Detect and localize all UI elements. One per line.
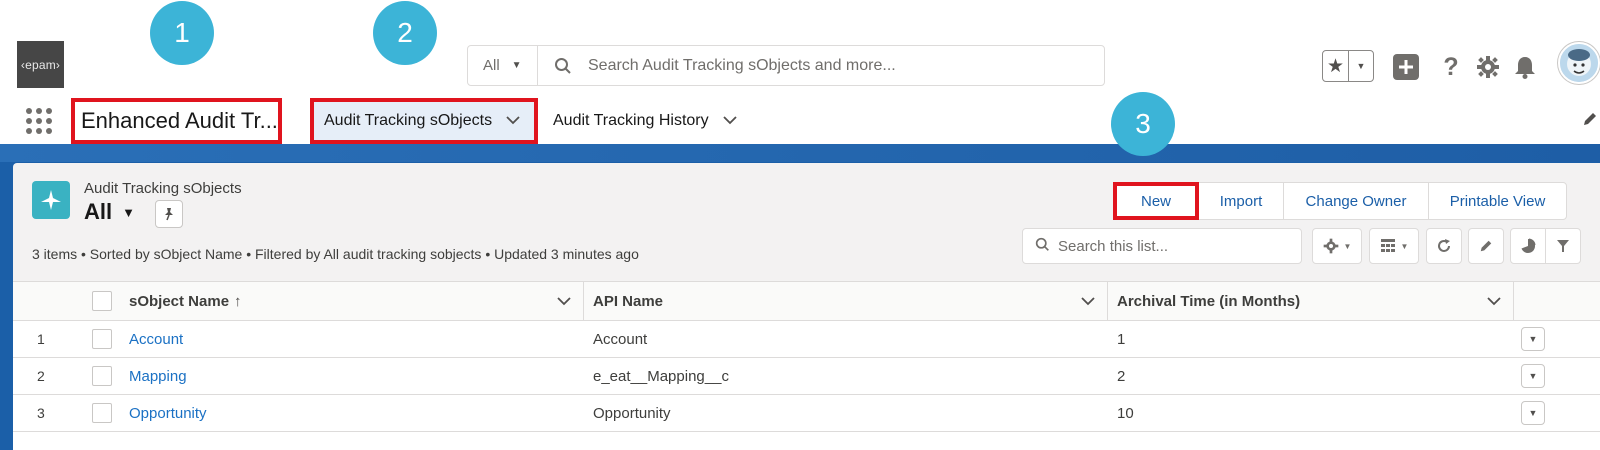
list-search-input[interactable]: Search this list... bbox=[1022, 228, 1302, 264]
search-scope-dropdown[interactable]: All ▼ bbox=[468, 46, 538, 85]
filter-icon[interactable] bbox=[1545, 228, 1581, 264]
object-label: Audit Tracking sObjects bbox=[84, 180, 242, 197]
row-actions-dropdown-icon[interactable]: ▼ bbox=[1521, 364, 1545, 388]
tab-audit-tracking-sobjects[interactable]: Audit Tracking sObjects bbox=[310, 98, 538, 144]
row-actions-dropdown-icon[interactable]: ▼ bbox=[1521, 327, 1545, 351]
archival-time-cell: 2 bbox=[1117, 367, 1126, 385]
user-avatar[interactable] bbox=[1558, 42, 1600, 84]
bell-icon[interactable] bbox=[1511, 50, 1539, 84]
caret-down-icon[interactable]: ▼ bbox=[122, 205, 135, 220]
api-name-cell: e_eat__Mapping__c bbox=[593, 367, 729, 385]
row-checkbox[interactable] bbox=[92, 329, 112, 349]
row-checkbox[interactable] bbox=[92, 403, 112, 423]
api-name-cell: Account bbox=[593, 330, 648, 348]
new-button[interactable]: New bbox=[1113, 182, 1199, 220]
column-header-archival-time[interactable]: Archival Time (in Months) bbox=[1117, 282, 1513, 320]
caret-down-icon: ▼ bbox=[511, 60, 522, 71]
help-icon[interactable]: ? bbox=[1438, 50, 1464, 84]
pin-icon[interactable] bbox=[155, 200, 183, 228]
select-all-checkbox[interactable] bbox=[92, 291, 112, 311]
row-number: 3 bbox=[37, 405, 45, 421]
change-owner-button[interactable]: Change Owner bbox=[1283, 182, 1429, 220]
list-search-placeholder: Search this list... bbox=[1058, 237, 1169, 255]
step-badge-2: 2 bbox=[373, 1, 437, 65]
archival-time-cell: 1 bbox=[1117, 330, 1126, 348]
list-settings-gear-icon[interactable]: ▼ bbox=[1312, 228, 1362, 264]
column-label: API Name bbox=[593, 292, 664, 310]
app-navigation-bar: Enhanced Audit Tr... Audit Tracking sObj… bbox=[0, 98, 1600, 146]
chevron-down-icon[interactable] bbox=[1487, 293, 1501, 310]
star-icon[interactable]: ★ bbox=[1323, 51, 1349, 81]
chevron-down-icon[interactable] bbox=[557, 293, 571, 310]
sort-ascending-icon: ↑ bbox=[234, 292, 242, 310]
column-label: Archival Time (in Months) bbox=[1117, 292, 1301, 310]
app-name: Enhanced Audit Tr... bbox=[71, 98, 282, 144]
plus-icon[interactable] bbox=[1393, 54, 1419, 80]
step-badge-3: 3 bbox=[1111, 92, 1175, 156]
refresh-icon[interactable] bbox=[1426, 228, 1462, 264]
column-header-api-name[interactable]: API Name bbox=[593, 282, 1107, 320]
table-display-icon[interactable]: ▼ bbox=[1369, 228, 1419, 264]
gear-icon[interactable] bbox=[1474, 50, 1502, 84]
favorites-button[interactable]: ★ ▼ bbox=[1322, 50, 1374, 82]
row-actions-dropdown-icon[interactable]: ▼ bbox=[1521, 401, 1545, 425]
search-input[interactable]: Search Audit Tracking sObjects and more.… bbox=[588, 46, 896, 85]
printable-view-button[interactable]: Printable View bbox=[1428, 182, 1567, 220]
api-name-cell: Opportunity bbox=[593, 404, 671, 422]
sobject-name-link[interactable]: Account bbox=[129, 321, 183, 357]
import-button[interactable]: Import bbox=[1198, 182, 1284, 220]
table-row: 3 Opportunity Opportunity 10 ▼ bbox=[13, 395, 1600, 432]
column-header-sobject-name[interactable]: sObject Name ↑ bbox=[129, 282, 583, 320]
row-number: 2 bbox=[37, 368, 45, 384]
search-icon bbox=[538, 46, 588, 85]
column-label: sObject Name bbox=[129, 292, 230, 310]
logo-text: ‹epam› bbox=[20, 57, 61, 72]
tab-label: Audit Tracking sObjects bbox=[324, 112, 493, 129]
object-icon bbox=[32, 181, 70, 219]
pencil-icon[interactable] bbox=[1468, 228, 1504, 264]
table-row: 1 Account Account 1 ▼ bbox=[13, 321, 1600, 358]
row-checkbox[interactable] bbox=[92, 366, 112, 386]
app-launcher-waffle-icon[interactable] bbox=[26, 108, 52, 134]
row-number: 1 bbox=[37, 331, 45, 347]
table-row: 2 Mapping e_eat__Mapping__c 2 ▼ bbox=[13, 358, 1600, 395]
global-header: ‹epam› All ▼ Search Audit Tracking sObje… bbox=[0, 0, 1600, 92]
search-icon bbox=[1035, 237, 1050, 256]
list-view-meta: 3 items • Sorted by sObject Name • Filte… bbox=[32, 246, 639, 262]
chevron-down-icon[interactable] bbox=[506, 112, 520, 130]
sobject-name-link[interactable]: Opportunity bbox=[129, 395, 207, 431]
company-logo[interactable]: ‹epam› bbox=[17, 41, 64, 88]
archival-time-cell: 10 bbox=[1117, 404, 1134, 422]
list-view-selector[interactable]: All ▼ bbox=[84, 199, 135, 225]
tab-audit-tracking-history[interactable]: Audit Tracking History bbox=[553, 98, 737, 144]
chevron-down-icon[interactable] bbox=[1081, 293, 1095, 310]
list-view-name: All bbox=[84, 199, 113, 224]
sobject-name-link[interactable]: Mapping bbox=[129, 358, 187, 394]
data-table: sObject Name ↑ API Name Archival Time (i… bbox=[13, 281, 1600, 450]
tab-label: Audit Tracking History bbox=[553, 112, 709, 129]
list-actions: New Import Change Owner Printable View bbox=[1113, 182, 1567, 220]
table-header: sObject Name ↑ API Name Archival Time (i… bbox=[13, 281, 1600, 321]
global-search[interactable]: All ▼ Search Audit Tracking sObjects and… bbox=[467, 45, 1105, 86]
chevron-down-icon[interactable] bbox=[722, 112, 737, 130]
chart-icon[interactable] bbox=[1510, 228, 1546, 264]
pencil-icon[interactable] bbox=[1582, 111, 1598, 132]
step-badge-1: 1 bbox=[150, 1, 214, 65]
favorites-dropdown-icon[interactable]: ▼ bbox=[1349, 61, 1373, 71]
search-scope-label: All bbox=[483, 57, 500, 74]
